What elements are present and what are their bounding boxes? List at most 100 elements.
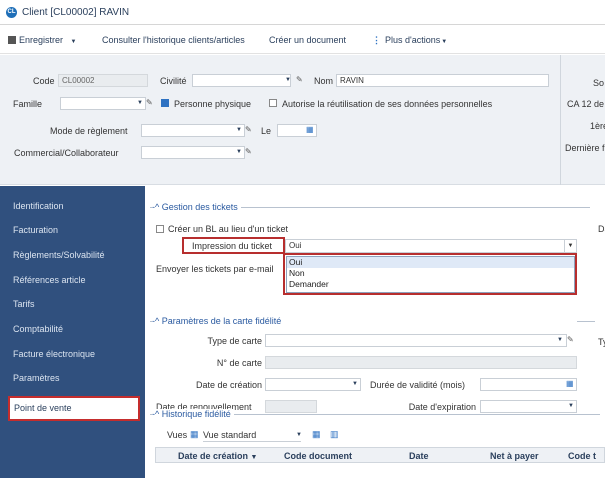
date-expiration-field[interactable] (480, 400, 577, 413)
sidebar-item-facture-electronique[interactable]: Facture électronique (0, 342, 145, 366)
sidebar-item-tarifs[interactable]: Tarifs (0, 292, 145, 316)
fidelite-section-divider-right (577, 321, 595, 322)
date-expiration-label: Date d'expiration (408, 402, 476, 412)
type-carte-edit-icon[interactable]: ✎ (567, 335, 574, 344)
mode-reglement-dropdown-icon[interactable]: ▼ (236, 127, 242, 133)
sidebar-item-comptabilite[interactable]: Comptabilité (0, 317, 145, 341)
col-date[interactable]: Date (409, 451, 429, 461)
autorise-label: Autorise la réutilisation de ses données… (282, 99, 493, 109)
famille-dropdown-icon[interactable]: ▼ (137, 100, 143, 106)
window-title: Client [CL00002] RAVIN (22, 7, 130, 18)
impression-label: Impression du ticket (192, 241, 273, 251)
date-renouvellement-field (265, 400, 317, 413)
header-divider (560, 55, 561, 185)
history-button[interactable]: Consulter l'historique clients/articles (102, 35, 245, 45)
fidelite-right-partial: Ty (598, 337, 605, 347)
famille-edit-icon[interactable]: ✎ (146, 98, 153, 107)
impression-dropdown-icon[interactable]: ▼ (564, 240, 576, 252)
commercial-label: Commercial/Collaborateur (14, 148, 119, 158)
sidebar-item-point-de-vente[interactable]: Point de vente (8, 396, 140, 421)
vue-dropdown-icon[interactable]: ▼ (296, 432, 302, 438)
impression-select[interactable]: Oui (285, 239, 577, 253)
tickets-title-text: Gestion des tickets (161, 202, 238, 212)
table-settings-icon[interactable]: ▦ (312, 429, 321, 440)
personne-physique-checkbox[interactable] (161, 99, 169, 107)
col-code-document[interactable]: Code document (284, 451, 352, 461)
code-field: CL00002 (58, 74, 148, 87)
sidebar-item-identification[interactable]: Identification (0, 194, 145, 218)
table-columns-icon[interactable]: ▥ (330, 429, 339, 440)
commercial-select[interactable] (141, 146, 245, 159)
impression-options-list: Oui Non Demander (286, 256, 575, 293)
calculator-icon[interactable]: ▦ (566, 379, 574, 388)
code-label: Code (33, 76, 55, 86)
civilite-edit-icon[interactable]: ✎ (296, 75, 303, 84)
save-button[interactable]: Enregistrer ▼ (8, 35, 76, 45)
type-carte-select[interactable] (265, 334, 567, 347)
duree-label: Durée de validité (mois) (370, 380, 466, 390)
sidebar-item-facturation[interactable]: Facturation (0, 218, 145, 242)
civilite-dropdown-icon[interactable]: ▼ (285, 77, 291, 83)
collapse-icon: -^ (152, 409, 162, 419)
more-actions-button[interactable]: ⋮ Plus d'actions▼ (372, 35, 447, 46)
sidebar-item-parametres[interactable]: Paramètres (0, 366, 145, 390)
mode-reglement-label: Mode de règlement (50, 126, 128, 136)
civilite-select[interactable] (192, 74, 291, 87)
fidelite-title-text: Paramètres de la carte fidélité (161, 316, 282, 326)
right-label-1: So (593, 78, 605, 88)
nom-field[interactable]: RAVIN (336, 74, 549, 87)
create-bl-label: Créer un BL au lieu d'un ticket (168, 224, 288, 234)
duree-field[interactable] (480, 378, 577, 391)
famille-select[interactable] (60, 97, 146, 110)
dropdown-arrow-icon[interactable]: ▼ (71, 39, 77, 45)
envoyer-label: Envoyer les tickets par e-mail (156, 264, 274, 274)
date-expiration-dropdown-icon[interactable]: ▼ (568, 403, 574, 409)
right-label-3: 1ère f (590, 121, 605, 131)
personne-physique-label: Personne physique (174, 99, 252, 109)
right-label-4: Dernière f (565, 143, 605, 153)
type-carte-label: Type de carte (207, 336, 262, 346)
client-icon: CL (6, 7, 17, 18)
option-non[interactable]: Non (287, 268, 574, 279)
create-bl-checkbox[interactable] (156, 225, 164, 233)
collapse-icon: -^ (152, 316, 162, 326)
famille-label: Famille (13, 99, 43, 109)
historique-section-title[interactable]: -^ Historique fidélité (152, 409, 234, 419)
tickets-section-title[interactable]: -^ Gestion des tickets (152, 202, 241, 212)
commercial-edit-icon[interactable]: ✎ (245, 147, 252, 156)
col-code-t[interactable]: Code t (568, 451, 596, 461)
num-carte-field (265, 356, 577, 369)
history-grid-header: Date de création ▼ Code document Date Ne… (155, 447, 605, 463)
autorise-checkbox[interactable] (269, 99, 277, 107)
vues-label: Vues (167, 430, 188, 440)
civilite-label: Civilité (160, 76, 187, 86)
num-carte-label: N° de carte (216, 358, 262, 368)
col-date-creation-label: Date de création (178, 451, 249, 461)
toolbar: Enregistrer ▼ Consulter l'historique cli… (0, 26, 605, 54)
collapse-icon: -^ (152, 202, 162, 212)
sidebar-item-reglements[interactable]: Règlements/Solvabilité (0, 243, 145, 267)
type-carte-dropdown-icon[interactable]: ▼ (557, 337, 563, 343)
chevron-down-icon: ▼ (441, 39, 448, 45)
nom-label: Nom (314, 76, 334, 86)
save-label: Enregistrer (19, 35, 64, 45)
calendar-icon[interactable]: ▦ (306, 125, 314, 134)
create-document-button[interactable]: Créer un document (269, 35, 346, 45)
date-creation-label: Date de création (195, 380, 262, 390)
date-creation-dropdown-icon[interactable]: ▼ (352, 381, 358, 387)
more-actions-label: Plus d'actions (385, 35, 441, 45)
window-title-bar: CL Client [CL00002] RAVIN (0, 0, 605, 25)
more-icon: ⋮ (372, 35, 381, 45)
col-date-creation[interactable]: Date de création ▼ (178, 451, 257, 461)
option-oui[interactable]: Oui (287, 257, 574, 268)
mode-reglement-select[interactable] (141, 124, 245, 137)
fidelite-section-title[interactable]: -^ Paramètres de la carte fidélité (152, 316, 283, 326)
col-net-a-payer[interactable]: Net à payer (490, 451, 539, 461)
option-demander[interactable]: Demander (287, 279, 574, 290)
vue-select[interactable]: Vue standard (203, 430, 301, 442)
historique-title-text: Historique fidélité (161, 409, 231, 419)
sidebar-item-references[interactable]: Références article (0, 268, 145, 292)
mode-reglement-edit-icon[interactable]: ✎ (245, 125, 252, 134)
commercial-dropdown-icon[interactable]: ▼ (236, 149, 242, 155)
date-creation-field[interactable] (265, 378, 361, 391)
